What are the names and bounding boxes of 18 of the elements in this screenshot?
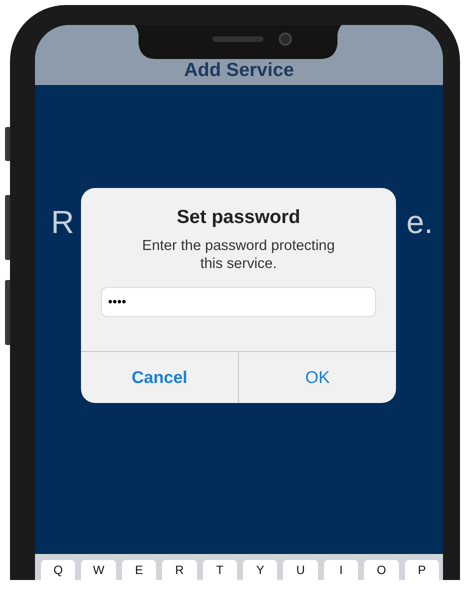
keyboard-key[interactable]: Q [41,560,76,580]
password-field[interactable]: •••• [101,286,376,317]
background-text: R [51,203,74,242]
keyboard-key[interactable]: W [81,560,116,580]
keyboard-key[interactable]: E [122,560,156,580]
background-text: e. [406,203,433,242]
keyboard-key[interactable]: P [404,560,440,580]
dialog-message: Enter the password protecting this service. [141,236,336,273]
keyboard-key[interactable]: I [324,560,358,580]
keyboard-key[interactable]: Y [243,560,278,580]
dialog-title: Set password [176,206,302,230]
keyboard-key[interactable]: U [283,560,318,580]
keyboard-key[interactable]: T [202,560,238,580]
keyboard-key[interactable]: O [364,560,399,580]
dialog-button[interactable]: Cancel [81,352,238,403]
dialog-button[interactable]: OK [238,352,396,403]
screen-title: Add Service [184,58,294,82]
keyboard-key[interactable]: R [162,560,197,580]
